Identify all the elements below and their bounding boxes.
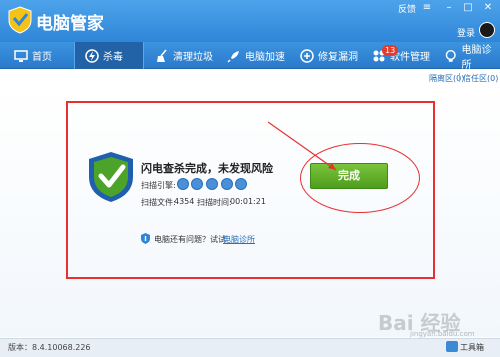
menu-icon[interactable]: ≡	[421, 2, 433, 14]
app-title: 电脑管家	[36, 14, 104, 34]
hint-text: 电脑还有问题？试试	[154, 235, 226, 244]
files-scanned-value: 4354	[174, 197, 195, 206]
software-update-badge: 13	[382, 45, 399, 56]
scan-engines-label: 扫描引擎:	[141, 181, 176, 190]
broom-icon	[157, 49, 167, 62]
engine-icon	[206, 178, 218, 190]
nav-label: 电脑加速	[245, 52, 285, 63]
app-logo-icon	[8, 6, 32, 34]
maximize-icon[interactable]: □	[462, 2, 474, 14]
divider	[459, 73, 460, 82]
scan-time-label: 扫描时间:	[197, 198, 232, 207]
scan-time-value: 00:01:21	[230, 197, 266, 206]
monitor-icon	[14, 49, 28, 62]
trust-zone-link[interactable]: 信任区(0)	[463, 73, 498, 84]
scan-result-title: 闪电查杀完成，未发现风险	[141, 162, 273, 175]
nav-clean[interactable]: 清理垃圾	[145, 42, 217, 69]
close-icon[interactable]: ✕	[482, 2, 494, 14]
engine-icon	[221, 178, 233, 190]
nav-label: 清理垃圾	[173, 52, 213, 63]
minimize-icon[interactable]: –	[443, 2, 455, 14]
nav-patch[interactable]: 修复漏洞	[290, 42, 362, 69]
bulb-icon	[445, 49, 456, 62]
nav-label: 首页	[32, 52, 52, 63]
nav-label: 杀毒	[103, 52, 123, 63]
watermark-url: jingyan.baidu.com	[410, 330, 475, 338]
nav-label: 电脑诊所	[461, 44, 492, 71]
info-icon	[141, 233, 150, 244]
main-nav: 首页 杀毒 清理垃圾 电脑加速 修复漏洞 软件管理 电脑诊所	[0, 42, 500, 71]
nav-clinic[interactable]: 电脑诊所	[434, 42, 500, 71]
nav-home[interactable]: 首页	[4, 42, 74, 69]
login-link[interactable]: 登录	[457, 26, 475, 39]
feedback-link[interactable]: 反馈	[398, 2, 416, 15]
toolbox-button[interactable]: 工具箱	[460, 342, 484, 353]
shield-check-icon	[89, 152, 133, 202]
toolbox-icon[interactable]	[446, 341, 458, 352]
engine-icon	[177, 178, 189, 190]
files-scanned-label: 扫描文件:	[141, 198, 176, 207]
nav-software[interactable]: 软件管理	[362, 42, 434, 69]
avatar[interactable]	[479, 22, 495, 38]
annotation-arrow	[267, 121, 337, 171]
engine-icon	[235, 178, 247, 190]
version-label: 版本：8.4.10068.226	[8, 343, 91, 352]
nav-speedup[interactable]: 电脑加速	[217, 42, 289, 69]
rocket-icon	[227, 50, 239, 63]
engine-icon	[191, 178, 203, 190]
nav-antivirus[interactable]: 杀毒	[74, 42, 144, 69]
nav-label: 修复漏洞	[318, 52, 358, 63]
patch-icon	[300, 48, 314, 63]
clinic-link[interactable]: 电脑诊所	[223, 234, 255, 245]
shield-lightning-icon	[85, 48, 99, 63]
